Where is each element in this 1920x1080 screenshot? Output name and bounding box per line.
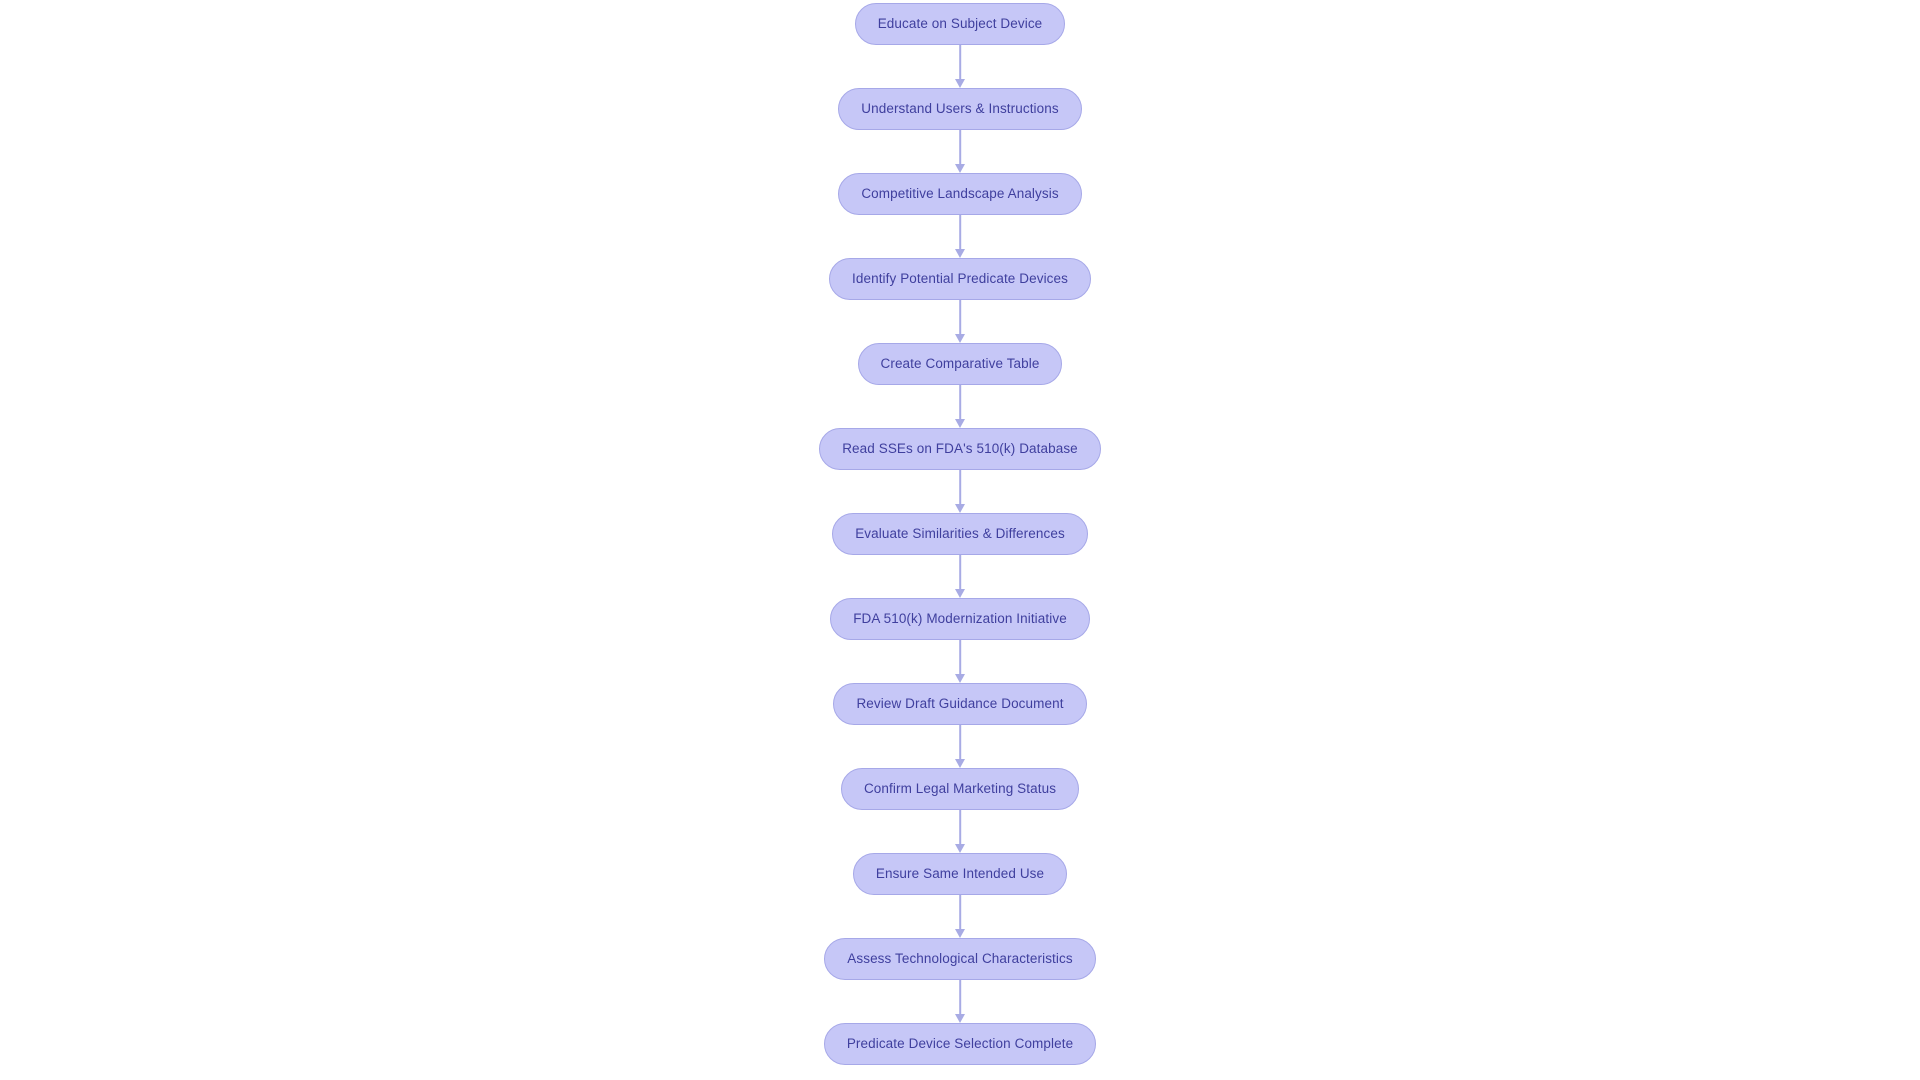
flow-connector-arrow: [953, 470, 967, 513]
flow-connector-arrow: [953, 555, 967, 598]
arrowhead-icon: [955, 249, 965, 258]
arrowhead-icon: [955, 419, 965, 428]
arrowhead-icon: [955, 929, 965, 938]
flow-node-n6[interactable]: Read SSEs on FDA's 510(k) Database: [819, 428, 1101, 470]
flow-connector-arrow: [953, 895, 967, 938]
flow-connector-arrow: [953, 640, 967, 683]
flow-node-label: Understand Users & Instructions: [861, 101, 1059, 117]
arrowhead-icon: [955, 674, 965, 683]
flowchart-canvas: Educate on Subject Device Understand User…: [0, 0, 1920, 1080]
connector-line: [959, 980, 961, 1015]
connector-line: [959, 45, 961, 80]
flow-connector-arrow: [953, 980, 967, 1023]
flow-connector-arrow: [953, 300, 967, 343]
arrowhead-icon: [955, 1014, 965, 1023]
flowchart-node-chain: Educate on Subject Device Understand User…: [0, 3, 1920, 1065]
flow-connector-arrow: [953, 385, 967, 428]
flow-node-label: Predicate Device Selection Complete: [846, 1036, 1074, 1052]
connector-line: [959, 725, 961, 760]
flow-connector-arrow: [953, 810, 967, 853]
flow-node-n7[interactable]: Evaluate Similarities & Differences: [832, 513, 1088, 555]
connector-line: [959, 300, 961, 335]
connector-line: [959, 640, 961, 675]
flow-node-label: Read SSEs on FDA's 510(k) Database: [842, 441, 1078, 457]
arrowhead-icon: [955, 844, 965, 853]
flow-node-label: Ensure Same Intended Use: [875, 866, 1045, 882]
arrowhead-icon: [955, 79, 965, 88]
flow-node-label: Educate on Subject Device: [877, 16, 1043, 32]
arrowhead-icon: [955, 504, 965, 513]
flow-connector-arrow: [953, 725, 967, 768]
flow-node-n8[interactable]: FDA 510(k) Modernization Initiative: [830, 598, 1090, 640]
arrowhead-icon: [955, 589, 965, 598]
connector-line: [959, 555, 961, 590]
flow-connector-arrow: [953, 45, 967, 88]
flow-node-label: FDA 510(k) Modernization Initiative: [853, 611, 1067, 627]
connector-line: [959, 810, 961, 845]
flow-connector-arrow: [953, 130, 967, 173]
connector-line: [959, 470, 961, 505]
connector-line: [959, 385, 961, 420]
connector-line: [959, 895, 961, 930]
flow-node-n11[interactable]: Ensure Same Intended Use: [852, 853, 1068, 895]
flow-node-n4[interactable]: Identify Potential Predicate Devices: [829, 258, 1091, 300]
flow-node-n9[interactable]: Review Draft Guidance Document: [833, 683, 1087, 725]
flow-node-n3[interactable]: Competitive Landscape Analysis: [838, 173, 1082, 215]
flow-node-label: Evaluate Similarities & Differences: [855, 526, 1065, 542]
flow-node-n13[interactable]: Predicate Device Selection Complete: [823, 1023, 1097, 1065]
flow-node-n12[interactable]: Assess Technological Characteristics: [824, 938, 1096, 980]
flow-node-n5[interactable]: Create Comparative Table: [857, 343, 1063, 385]
flow-node-label: Confirm Legal Marketing Status: [863, 781, 1057, 797]
flow-node-label: Identify Potential Predicate Devices: [852, 271, 1068, 287]
flow-node-label: Create Comparative Table: [880, 356, 1040, 372]
flow-node-n10[interactable]: Confirm Legal Marketing Status: [840, 768, 1080, 810]
flow-node-label: Assess Technological Characteristics: [847, 951, 1073, 967]
flow-node-n2[interactable]: Understand Users & Instructions: [838, 88, 1082, 130]
connector-line: [959, 215, 961, 250]
flow-node-label: Competitive Landscape Analysis: [861, 186, 1059, 202]
connector-line: [959, 130, 961, 165]
flow-node-label: Review Draft Guidance Document: [856, 696, 1064, 712]
arrowhead-icon: [955, 334, 965, 343]
flow-node-n1[interactable]: Educate on Subject Device: [854, 3, 1066, 45]
arrowhead-icon: [955, 164, 965, 173]
flow-connector-arrow: [953, 215, 967, 258]
arrowhead-icon: [955, 759, 965, 768]
